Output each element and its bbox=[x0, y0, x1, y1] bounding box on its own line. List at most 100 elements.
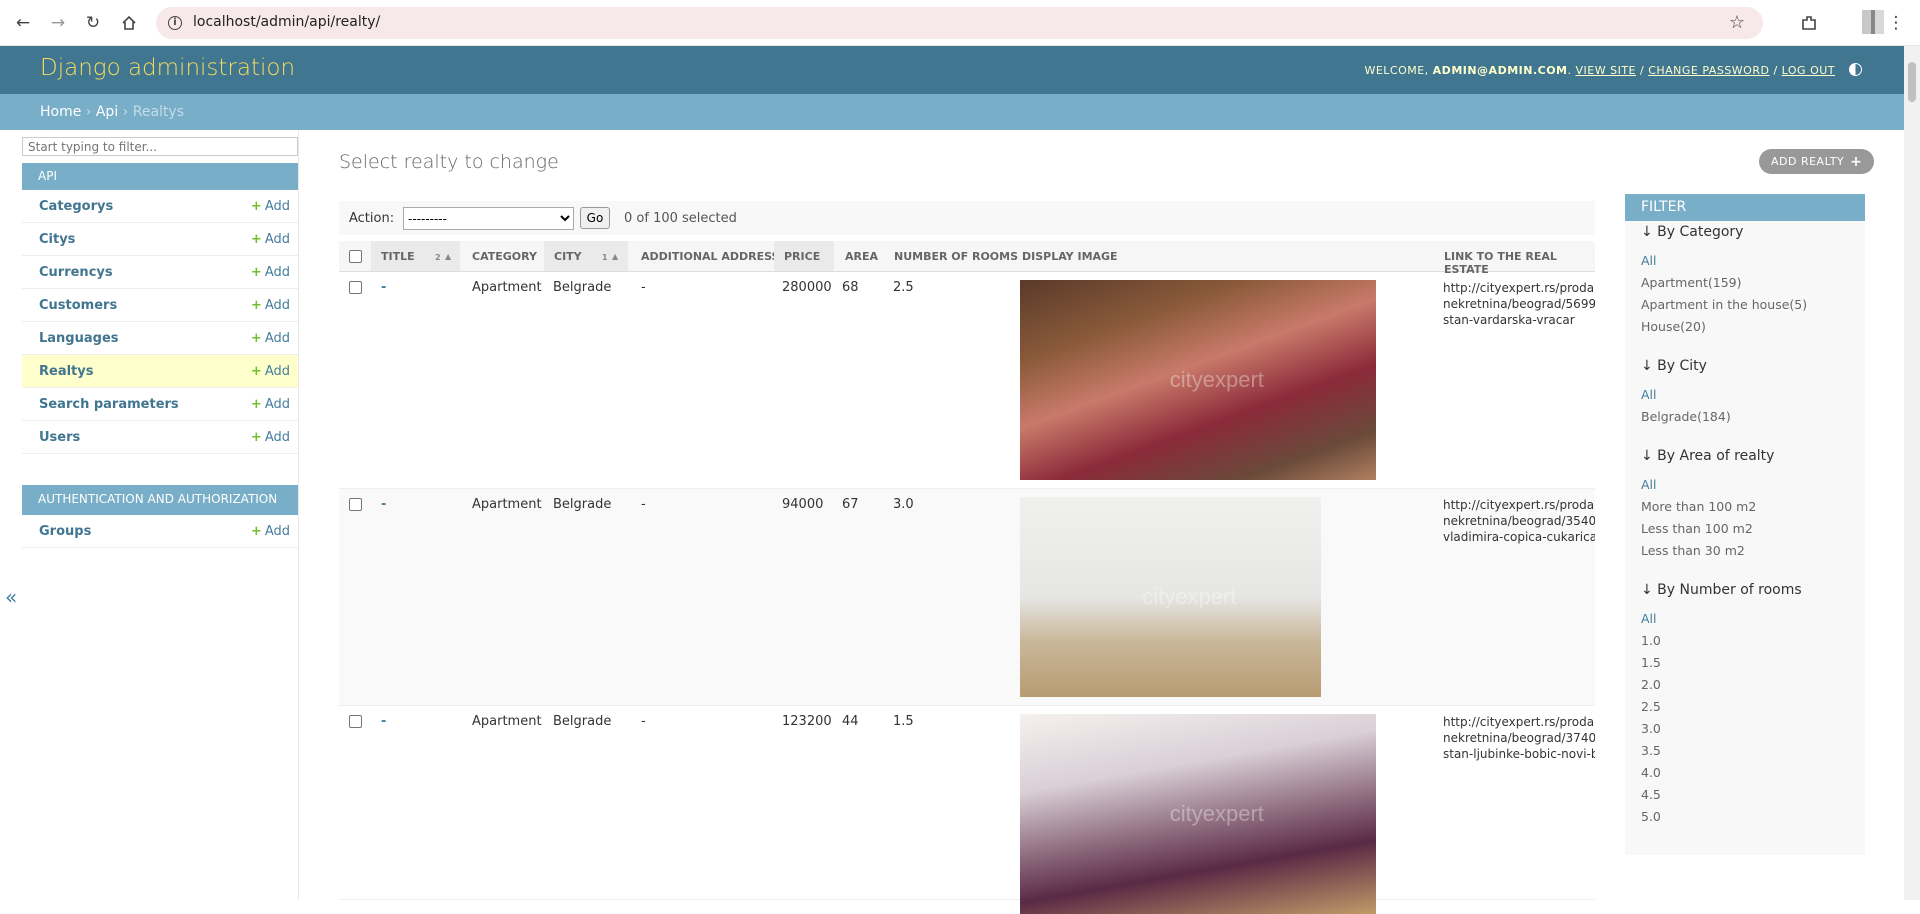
api-module-caption[interactable]: API bbox=[22, 163, 298, 190]
breadcrumb-home[interactable]: Home bbox=[40, 104, 81, 120]
extensions-icon[interactable] bbox=[1798, 12, 1820, 34]
forward-icon[interactable]: → bbox=[47, 12, 69, 34]
filter-option[interactable]: Less than 100 m2 bbox=[1641, 521, 1753, 536]
reload-icon[interactable]: ↻ bbox=[82, 12, 104, 34]
add-link[interactable]: + Add bbox=[251, 265, 290, 280]
site-info-icon[interactable]: i bbox=[168, 16, 182, 30]
sidebar-item-label[interactable]: Search parameters bbox=[39, 397, 179, 412]
row-title-link[interactable]: - bbox=[381, 280, 386, 295]
add-link[interactable]: + Add bbox=[251, 298, 290, 313]
filter-option[interactable]: All bbox=[1641, 253, 1657, 268]
row-link[interactable]: http://cityexpert.rs/proda nekretnina/beo… bbox=[1443, 497, 1595, 545]
sidebar-item-label[interactable]: Groups bbox=[39, 524, 91, 539]
row-link[interactable]: http://cityexpert.rs/proda nekretnina/beo… bbox=[1443, 714, 1595, 762]
back-icon[interactable]: ← bbox=[12, 12, 34, 34]
add-link[interactable]: + Add bbox=[251, 331, 290, 346]
filter-option[interactable]: 5.0 bbox=[1641, 809, 1661, 824]
filter-option[interactable]: More than 100 m2 bbox=[1641, 499, 1756, 514]
row-title-link[interactable]: - bbox=[381, 714, 386, 729]
filter-panel: Filter ↓ By Category All Apartment(159) Apa… bbox=[1625, 194, 1865, 855]
filter-option[interactable]: 3.0 bbox=[1641, 721, 1661, 736]
sidebar-item-users[interactable]: Users + Add bbox=[22, 421, 298, 454]
column-area[interactable]: Area bbox=[845, 241, 878, 271]
column-title[interactable]: Title 2 ▲ bbox=[371, 241, 460, 271]
row-checkbox[interactable] bbox=[349, 498, 362, 511]
sidebar-item-label[interactable]: Users bbox=[39, 430, 80, 445]
sidebar-item-groups[interactable]: Groups + Add bbox=[22, 515, 298, 548]
home-icon[interactable] bbox=[118, 12, 140, 34]
log-out-link[interactable]: Log out bbox=[1782, 64, 1835, 77]
photo-watermark: cityexpert bbox=[1142, 584, 1237, 609]
sidebar-item-categorys[interactable]: Categorys + Add bbox=[22, 190, 298, 223]
row-title-link[interactable]: - bbox=[381, 497, 386, 512]
filter-option[interactable]: Less than 30 m2 bbox=[1641, 543, 1745, 558]
theme-toggle-icon[interactable] bbox=[1849, 63, 1862, 76]
site-title[interactable]: Django administration bbox=[40, 55, 295, 81]
row-city: Belgrade bbox=[553, 280, 612, 295]
add-realty-button[interactable]: Add realty + bbox=[1759, 149, 1875, 174]
filter-option[interactable]: 1.0 bbox=[1641, 633, 1661, 648]
address-bar[interactable]: i localhost/admin/api/realty/ ☆ bbox=[156, 7, 1763, 39]
filter-option[interactable]: Belgrade(184) bbox=[1641, 409, 1731, 424]
plus-icon: + bbox=[250, 330, 262, 346]
sidebar-item-label[interactable]: Customers bbox=[39, 298, 117, 313]
sidebar-item-currencys[interactable]: Currencys + Add bbox=[22, 256, 298, 289]
browser-menu-icon[interactable]: ⋮ bbox=[1885, 12, 1907, 34]
column-additional-address[interactable]: Additional address bbox=[641, 241, 779, 271]
action-select[interactable]: --------- bbox=[403, 207, 574, 230]
page-scrollbar[interactable] bbox=[1904, 46, 1920, 900]
browser-toolbar: ← → ↻ i localhost/admin/api/realty/ ☆ ⋮ bbox=[0, 0, 1920, 46]
sidebar-item-label[interactable]: Categorys bbox=[39, 199, 113, 214]
select-all-checkbox[interactable] bbox=[349, 250, 362, 263]
filter-option[interactable]: All bbox=[1641, 611, 1657, 626]
filter-option[interactable]: 4.0 bbox=[1641, 765, 1661, 780]
column-category[interactable]: Category bbox=[472, 241, 537, 271]
view-site-link[interactable]: View site bbox=[1576, 64, 1637, 77]
row-price: 123200 bbox=[782, 714, 832, 729]
filter-option[interactable]: 2.0 bbox=[1641, 677, 1661, 692]
sidebar-filter-input[interactable] bbox=[22, 137, 298, 156]
add-link[interactable]: + Add bbox=[251, 232, 290, 247]
column-price[interactable]: Price bbox=[774, 241, 834, 271]
filter-option[interactable]: 4.5 bbox=[1641, 787, 1661, 802]
row-rooms: 1.5 bbox=[893, 714, 914, 729]
sidebar-item-label[interactable]: Currencys bbox=[39, 265, 113, 280]
row-checkbox[interactable] bbox=[349, 715, 362, 728]
filter-option[interactable]: All bbox=[1641, 387, 1657, 402]
column-number-of-rooms[interactable]: Number of rooms bbox=[894, 241, 1018, 271]
collapse-sidebar-button[interactable]: « bbox=[5, 585, 17, 609]
add-link[interactable]: + Add bbox=[251, 397, 290, 412]
profile-avatar[interactable] bbox=[1862, 10, 1884, 34]
bookmark-star-icon[interactable]: ☆ bbox=[1729, 12, 1745, 33]
add-link[interactable]: + Add bbox=[251, 199, 290, 214]
filter-option[interactable]: All bbox=[1641, 477, 1657, 492]
sidebar-item-realtys[interactable]: Realtys + Add bbox=[22, 355, 298, 388]
add-link[interactable]: + Add bbox=[251, 430, 290, 445]
filter-option[interactable]: 1.5 bbox=[1641, 655, 1661, 670]
table-row: - Apartment Belgrade - 280000 68 2.5 cityexpert… bbox=[339, 272, 1595, 489]
row-checkbox[interactable] bbox=[349, 281, 362, 294]
auth-module-caption[interactable]: Authentication and Authorization bbox=[22, 485, 298, 515]
row-link[interactable]: http://cityexpert.rs/proda nekretnina/beo… bbox=[1443, 280, 1595, 328]
sidebar-item-customers[interactable]: Customers + Add bbox=[22, 289, 298, 322]
column-city[interactable]: City 1 ▲ bbox=[544, 241, 628, 271]
filter-option[interactable]: 2.5 bbox=[1641, 699, 1661, 714]
filter-option[interactable]: House(20) bbox=[1641, 319, 1706, 334]
nav-sidebar: API Categorys+AddCitys+AddCurrencys+AddC… bbox=[22, 130, 299, 900]
change-password-link[interactable]: Change password bbox=[1648, 64, 1769, 77]
scrollbar-thumb[interactable] bbox=[1908, 62, 1916, 102]
breadcrumb: Home › Api › Realtys bbox=[0, 94, 1904, 130]
sidebar-item-languages[interactable]: Languages + Add bbox=[22, 322, 298, 355]
filter-option[interactable]: 3.5 bbox=[1641, 743, 1661, 758]
sidebar-item-label[interactable]: Realtys bbox=[39, 364, 93, 379]
sidebar-item-label[interactable]: Languages bbox=[39, 331, 119, 346]
breadcrumb-app[interactable]: Api bbox=[96, 104, 118, 120]
go-button[interactable]: Go bbox=[580, 207, 610, 229]
filter-option[interactable]: Apartment(159) bbox=[1641, 275, 1742, 290]
filter-option[interactable]: Apartment in the house(5) bbox=[1641, 297, 1807, 312]
sidebar-item-label[interactable]: Citys bbox=[39, 232, 75, 247]
sidebar-item-search-parameters[interactable]: Search parameters + Add bbox=[22, 388, 298, 421]
sidebar-item-citys[interactable]: Citys + Add bbox=[22, 223, 298, 256]
add-link[interactable]: + Add bbox=[251, 364, 290, 379]
add-link[interactable]: + Add bbox=[251, 524, 290, 539]
